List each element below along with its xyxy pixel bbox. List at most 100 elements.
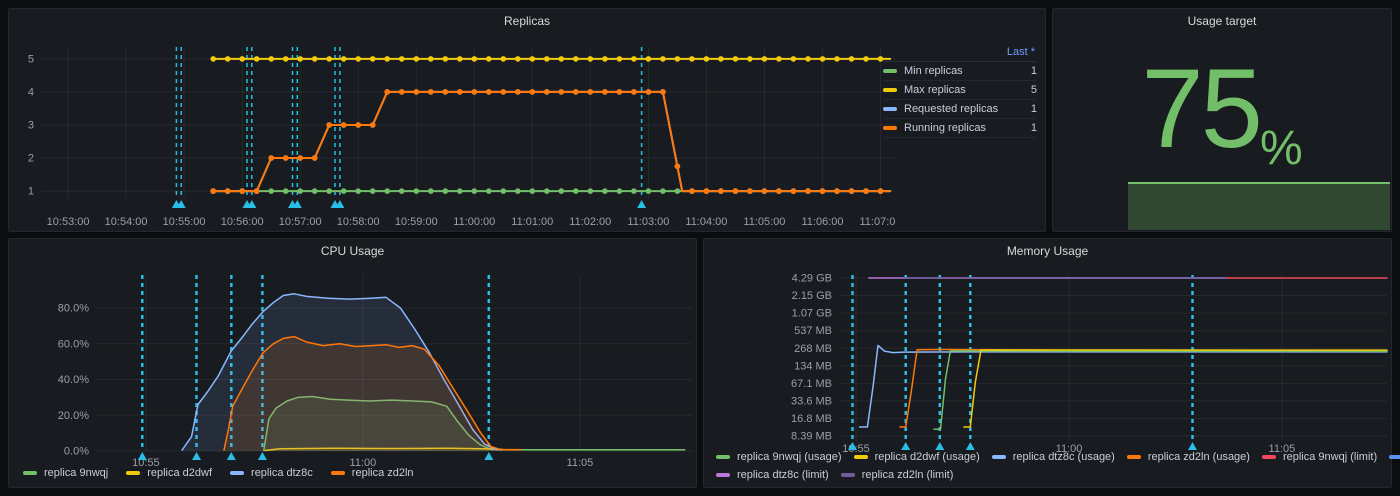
memory-chart[interactable]: 4.29 GB2.15 GB1.07 GB537 MB268 MB134 MB6… (704, 263, 1393, 473)
annotation-lines[interactable] (172, 47, 646, 208)
annotation-marker (637, 200, 646, 208)
series-swatch (716, 473, 730, 477)
annotation-marker (1188, 442, 1197, 450)
replicas-chart[interactable]: 1234510:53:0010:54:0010:55:0010:56:0010:… (11, 37, 895, 229)
svg-text:11:07:00: 11:07:00 (859, 216, 895, 228)
svg-text:4.29 GB: 4.29 GB (792, 273, 832, 285)
stat-number: 75 (1141, 53, 1260, 165)
annotation-marker (192, 452, 201, 460)
y-axis-labels: 0.0% 20.0% 40.0% 60.0% 80.0% (58, 303, 89, 458)
series-replica-zd2ln-usage- (900, 350, 1387, 428)
memory-legend-row2: replica dtz8c (limit) replica zd2ln (lim… (716, 469, 953, 481)
annotation-marker (227, 452, 236, 460)
series-replica-9nwqj-usage- (934, 351, 1387, 429)
annotation-marker (901, 442, 910, 450)
series-swatch (854, 455, 868, 459)
stat-unit: % (1260, 125, 1303, 173)
series-swatch (883, 107, 897, 111)
svg-text:1.07 GB: 1.07 GB (792, 308, 832, 320)
svg-text:11:04:00: 11:04:00 (685, 216, 727, 228)
legend-item-dtz8c-limit[interactable]: replica dtz8c (limit) (716, 469, 829, 481)
svg-text:67.1 MB: 67.1 MB (791, 378, 832, 390)
usage-target-value: 75 % (1053, 39, 1391, 179)
svg-text:10:55:00: 10:55:00 (163, 216, 206, 228)
legend-item-zd2ln-usage[interactable]: replica zd2ln (usage) (1127, 451, 1250, 463)
svg-text:10:53:00: 10:53:00 (47, 216, 90, 228)
cpu-legend: replica 9nwqj replica d2dwf replica dtz8… (23, 467, 414, 479)
annotation-marker (935, 442, 944, 450)
svg-text:0.0%: 0.0% (64, 446, 89, 458)
panel-usage-target: Usage target 75 % (1052, 8, 1392, 232)
panel-title-cpu[interactable]: CPU Usage (9, 244, 696, 258)
svg-text:537 MB: 537 MB (794, 325, 832, 337)
annotation-marker (138, 452, 147, 460)
svg-text:40.0%: 40.0% (58, 374, 89, 386)
series-swatch (883, 69, 897, 73)
legend-item-d2dwf-limit[interactable]: replica d2dwf (limit) (1389, 451, 1400, 463)
legend-item-zd2ln-limit[interactable]: replica zd2ln (limit) (841, 469, 954, 481)
legend-item-running-replicas[interactable]: Running replicas 1 (883, 119, 1037, 138)
series-replica-d2dwf-usage- (964, 350, 1387, 427)
legend-item-d2dwf-usage[interactable]: replica d2dwf (usage) (854, 451, 980, 463)
legend-item-dtz8c-usage[interactable]: replica dtz8c (usage) (992, 451, 1115, 463)
svg-text:80.0%: 80.0% (58, 303, 89, 315)
y-axis-labels: 4.29 GB2.15 GB1.07 GB537 MB268 MB134 MB6… (791, 273, 832, 443)
series-max-replicas (210, 56, 890, 62)
legend-value: 5 (1021, 84, 1037, 96)
legend-item-replica-9nwqj[interactable]: replica 9nwqj (23, 467, 108, 479)
svg-text:11:06:00: 11:06:00 (801, 216, 843, 228)
legend-item-9nwqj-usage[interactable]: replica 9nwqj (usage) (716, 451, 842, 463)
svg-text:8.39 MB: 8.39 MB (791, 431, 832, 443)
panel-title-memory[interactable]: Memory Usage (704, 244, 1391, 258)
annotation-marker (258, 452, 267, 460)
svg-text:10:59:00: 10:59:00 (395, 216, 438, 228)
svg-text:11:05:00: 11:05:00 (743, 216, 785, 228)
series-swatch (716, 455, 730, 459)
svg-text:1: 1 (28, 186, 34, 198)
legend-value: 1 (1021, 103, 1037, 115)
legend-item-replica-dtz8c[interactable]: replica dtz8c (230, 467, 313, 479)
legend-item-replica-d2dwf[interactable]: replica d2dwf (126, 467, 212, 479)
replicas-legend: Last * Min replicas 1 Max replicas 5 Req… (883, 43, 1037, 138)
series-running-replicas (210, 89, 890, 194)
annotation-lines[interactable] (848, 275, 1197, 450)
legend-item-min-replicas[interactable]: Min replicas 1 (883, 62, 1037, 81)
grid (839, 275, 1387, 441)
series-swatch (1262, 455, 1276, 459)
memory-legend-row1: replica 9nwqj (usage) replica d2dwf (usa… (716, 451, 1400, 463)
series-swatch (1389, 455, 1400, 459)
svg-text:4: 4 (28, 86, 34, 98)
svg-text:16.8 MB: 16.8 MB (791, 413, 832, 425)
legend-value: 1 (1021, 65, 1037, 77)
svg-text:268 MB: 268 MB (794, 343, 832, 355)
legend-item-requested-replicas[interactable]: Requested replicas 1 (883, 100, 1037, 119)
series-replica-zd2ln (224, 337, 521, 451)
legend-item-replica-zd2ln[interactable]: replica zd2ln (331, 467, 414, 479)
annotation-marker (966, 442, 975, 450)
svg-text:10:56:00: 10:56:00 (221, 216, 264, 228)
cpu-chart[interactable]: 0.0%20.0%40.0%60.0%80.0%10:5511:0011:05 (9, 263, 698, 473)
series-requested-replicas (210, 89, 890, 194)
panel-memory-usage: Memory Usage 4.29 GB 2.15 GB 1.07 GB 537 MB… (703, 238, 1392, 488)
series-swatch (992, 455, 1006, 459)
legend-item-max-replicas[interactable]: Max replicas 5 (883, 81, 1037, 100)
svg-text:11:01:00: 11:01:00 (511, 216, 553, 228)
series-swatch (1127, 455, 1141, 459)
x-axis-labels: 10:53:0010:54:0010:55:0010:56:0010:57:00… (47, 216, 895, 228)
svg-text:10:54:00: 10:54:00 (105, 216, 148, 228)
series-swatch (331, 471, 345, 475)
series-swatch (126, 471, 140, 475)
svg-text:5: 5 (28, 53, 34, 65)
panel-title-usage-target[interactable]: Usage target (1053, 14, 1391, 28)
svg-text:11:00:00: 11:00:00 (453, 216, 495, 228)
panel-cpu-usage: CPU Usage 0.0%20.0%40.0%60.0%80.0%10:551… (8, 238, 697, 488)
series-swatch (841, 473, 855, 477)
panel-title-replicas[interactable]: Replicas (9, 14, 1045, 28)
legend-sort-header[interactable]: Last * (883, 43, 1037, 62)
dashboard: Replicas 1234510:53:0010:54:0010:55:0010… (0, 0, 1400, 496)
svg-text:2.15 GB: 2.15 GB (792, 290, 832, 302)
legend-item-9nwqj-limit[interactable]: replica 9nwqj (limit) (1262, 451, 1377, 463)
annotation-marker (484, 452, 493, 460)
svg-text:60.0%: 60.0% (58, 338, 89, 350)
svg-text:20.0%: 20.0% (58, 410, 89, 422)
